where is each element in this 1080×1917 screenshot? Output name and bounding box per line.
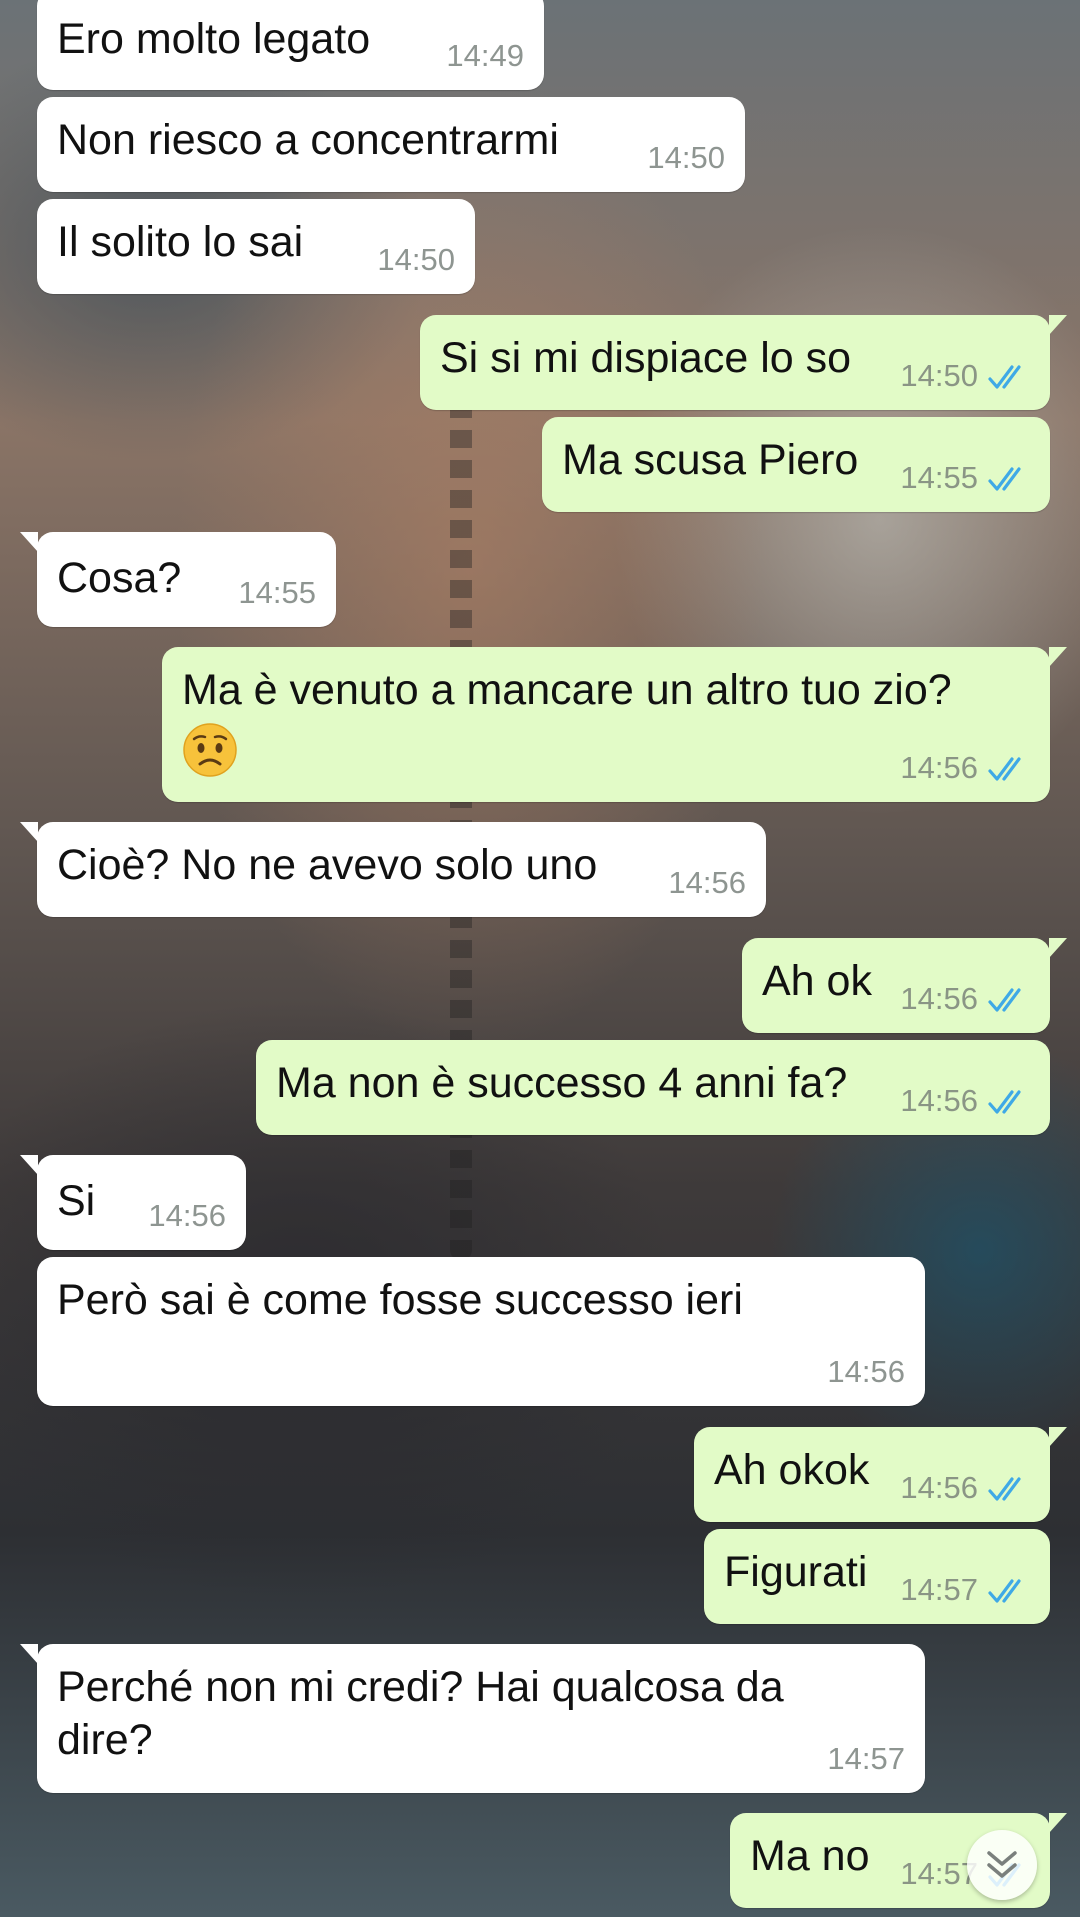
message-text: Si	[57, 1177, 96, 1225]
outgoing-message[interactable]: Figurati 14:57	[704, 1529, 1050, 1624]
read-ticks-icon	[988, 467, 1021, 491]
worried-face-icon	[183, 723, 237, 777]
message-time: 14:56	[900, 750, 978, 785]
outgoing-message[interactable]: Ma non è successo 4 anni fa? 14:56	[256, 1040, 1050, 1135]
message-time: 14:50	[377, 242, 455, 277]
message-time: 14:56	[900, 981, 978, 1016]
message-time: 14:50	[900, 358, 978, 393]
outgoing-message[interactable]: Ma è venuto a mancare un altro tuo zio? …	[162, 647, 1067, 802]
incoming-message[interactable]: Cioè? No ne avevo solo uno 14:56	[20, 822, 766, 917]
outgoing-message[interactable]: Ma scusa Piero 14:55	[542, 417, 1050, 512]
message-time: 14:56	[900, 1470, 978, 1505]
message-list[interactable]: Ero molto legato 14:49 Non riesco a conc…	[0, 0, 1080, 1917]
outgoing-message[interactable]: Ah ok 14:56	[742, 938, 1067, 1033]
outgoing-message[interactable]: Si si mi dispiace lo so 14:50	[420, 315, 1067, 410]
message-text: Cosa?	[57, 554, 182, 602]
message-time: 14:56	[900, 1083, 978, 1118]
message-text: Ero molto legato	[57, 15, 371, 63]
message-time: 14:55	[900, 460, 978, 495]
incoming-message[interactable]: Ero molto legato 14:49	[37, 0, 544, 90]
incoming-message[interactable]: Perché non mi credi? Hai qualcosa da dir…	[20, 1644, 925, 1793]
message-time: 14:57	[827, 1741, 905, 1776]
scroll-to-bottom-button[interactable]	[967, 1830, 1037, 1900]
message-time: 14:49	[446, 38, 524, 73]
message-text: Perché non mi credi? Hai qualcosa da dir…	[57, 1663, 784, 1764]
message-time: 14:55	[238, 575, 316, 610]
message-time: 14:57	[900, 1572, 978, 1607]
read-ticks-icon	[988, 365, 1021, 389]
incoming-message[interactable]: Non riesco a concentrarmi 14:50	[37, 97, 745, 192]
message-text: Cioè? No ne avevo solo uno	[57, 841, 598, 889]
message-time: 14:56	[148, 1198, 226, 1233]
message-text: Ma non è successo 4 anni fa?	[276, 1059, 848, 1107]
message-time: 14:56	[827, 1354, 905, 1389]
read-ticks-icon	[988, 988, 1021, 1012]
double-chevron-down-icon	[987, 1851, 1017, 1878]
message-text: Ah ok	[762, 957, 872, 1005]
message-text: Ma no	[750, 1832, 870, 1880]
message-time: 14:56	[668, 865, 746, 900]
read-ticks-icon	[988, 1477, 1021, 1501]
message-text: Ma scusa Piero	[562, 436, 859, 484]
incoming-message[interactable]: Cosa? 14:55	[20, 532, 336, 627]
message-text: Ma è venuto a mancare un altro tuo zio?	[182, 666, 952, 714]
message-text: Si si mi dispiace lo so	[440, 334, 852, 382]
read-ticks-icon	[988, 1579, 1021, 1603]
message-time: 14:50	[647, 140, 725, 175]
message-text: Non riesco a concentrarmi	[57, 116, 559, 164]
read-ticks-icon	[988, 757, 1021, 781]
incoming-message[interactable]: Si 14:56	[20, 1155, 246, 1250]
incoming-message[interactable]: Il solito lo sai 14:50	[37, 199, 475, 294]
message-text: Ah okok	[714, 1446, 870, 1494]
message-text: Però sai è come fosse successo ieri	[57, 1276, 743, 1324]
message-text: Il solito lo sai	[57, 218, 304, 266]
read-ticks-icon	[988, 1090, 1021, 1114]
outgoing-message[interactable]: Ah okok 14:56	[694, 1427, 1067, 1522]
message-text: Figurati	[724, 1548, 868, 1596]
incoming-message[interactable]: Però sai è come fosse successo ieri 14:5…	[37, 1257, 925, 1406]
